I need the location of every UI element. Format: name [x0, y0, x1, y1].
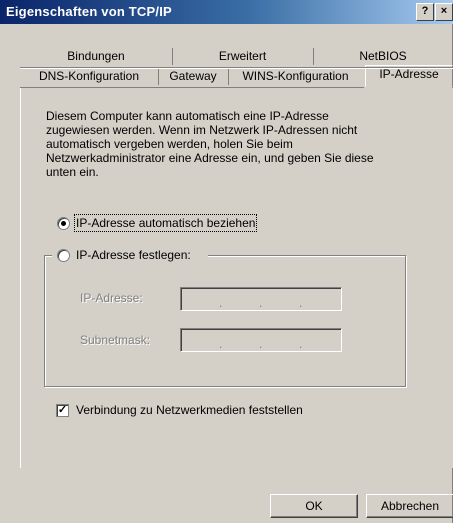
ip-separator: .	[219, 296, 223, 310]
cancel-button[interactable]: Abbrechen	[366, 494, 453, 518]
auto-ip-label[interactable]: IP-Adresse automatisch beziehen	[73, 214, 258, 232]
ip-separator: .	[259, 296, 263, 310]
tab-row-divider	[20, 67, 453, 69]
tab-netbios[interactable]: NetBIOS	[313, 48, 453, 65]
help-button[interactable]: ?	[416, 3, 434, 21]
subnet-separator: .	[219, 337, 223, 351]
manual-ip-groupbox	[44, 255, 406, 387]
subnet-mask-field[interactable]: . . .	[180, 328, 342, 352]
media-sense-checkbox[interactable]: ✓	[56, 404, 69, 417]
title-bar[interactable]: Eigenschaften von TCP/IP ? ×	[0, 0, 453, 24]
subnet-separator: .	[259, 337, 263, 351]
auto-ip-radio[interactable]	[57, 217, 70, 230]
tab-wins-konfiguration[interactable]: WINS-Konfiguration	[228, 68, 363, 85]
ip-separator: .	[299, 296, 303, 310]
window-title: Eigenschaften von TCP/IP	[6, 4, 172, 19]
tab-gateway[interactable]: Gateway	[158, 68, 229, 85]
ip-address-field[interactable]: . . .	[180, 287, 342, 311]
ip-address-label: IP-Adresse:	[80, 291, 143, 305]
radio-selected-dot	[61, 221, 66, 226]
close-button[interactable]: ×	[435, 3, 453, 21]
description-text: Diesem Computer kann automatisch eine IP…	[46, 109, 374, 179]
tab-erweitert[interactable]: Erweitert	[172, 48, 314, 65]
media-sense-label[interactable]: Verbindung zu Netzwerkmedien feststellen	[76, 403, 303, 417]
tab-dns-konfiguration[interactable]: DNS-Konfiguration	[20, 68, 159, 85]
manual-ip-radio[interactable]	[57, 249, 70, 262]
ok-button[interactable]: OK	[270, 494, 358, 518]
dialog-window: Eigenschaften von TCP/IP ? × Bindungen E…	[0, 0, 453, 523]
tab-bindungen[interactable]: Bindungen	[20, 48, 173, 65]
subnet-mask-label: Subnetmask:	[80, 333, 151, 347]
manual-ip-label[interactable]: IP-Adresse festlegen:	[76, 248, 191, 262]
subnet-separator: .	[299, 337, 303, 351]
